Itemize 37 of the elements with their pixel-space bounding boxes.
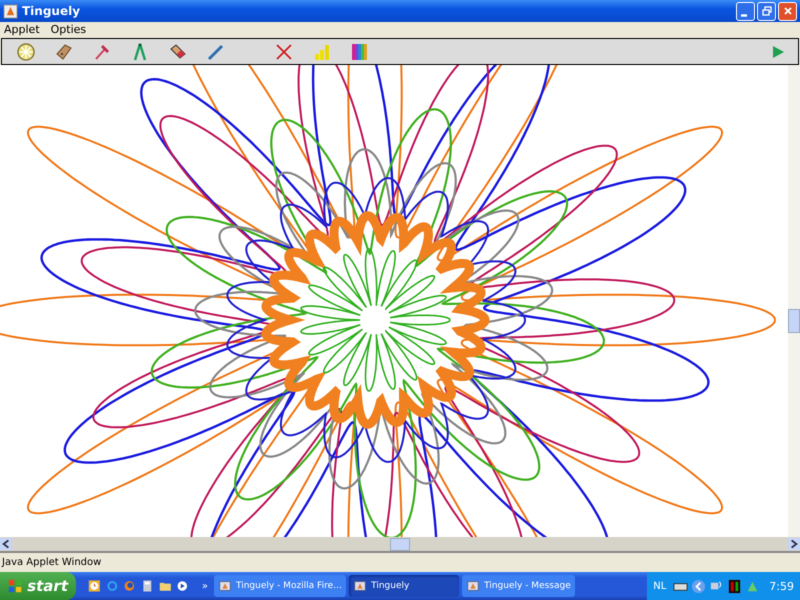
eraser-icon[interactable] [168, 42, 188, 62]
window-title: Tinguely [22, 4, 82, 18]
more-chevron[interactable]: » [202, 580, 208, 592]
minimize-icon [741, 14, 747, 16]
calculator-icon[interactable] [140, 578, 154, 594]
restore-icon [762, 6, 772, 16]
taskbar-button[interactable]: Tinguely [349, 575, 460, 597]
restore-button[interactable] [757, 2, 776, 20]
menu-item[interactable]: Opties [50, 23, 86, 36]
windows-logo-icon [8, 578, 22, 594]
taskbar-button[interactable]: Tinguely - Message [462, 575, 575, 597]
window-icon [353, 579, 368, 593]
browser-icon[interactable] [106, 578, 118, 594]
horizontal-scrollbar[interactable] [0, 537, 800, 551]
language-indicator[interactable]: NL [653, 580, 666, 592]
minimize-button[interactable] [736, 2, 755, 20]
close-button[interactable] [778, 2, 797, 20]
menu-item[interactable]: Applet [4, 23, 40, 36]
clock-icon[interactable] [88, 578, 101, 594]
scroll-left-icon[interactable] [0, 538, 12, 550]
clock: 7:59 [769, 580, 794, 592]
window-icon [218, 579, 232, 593]
cross-icon[interactable] [274, 42, 294, 62]
start-button[interactable]: start [0, 572, 76, 600]
meter-icon[interactable] [727, 578, 742, 594]
wheel-icon[interactable] [16, 42, 36, 62]
vertical-scrollbar[interactable] [788, 65, 800, 537]
color-palette-icon[interactable] [350, 42, 370, 62]
scroll-right-icon[interactable] [788, 538, 800, 550]
close-icon [782, 6, 792, 16]
app-icon [3, 4, 18, 18]
status-text: Java Applet Window [2, 557, 102, 568]
taskbar-button[interactable]: Tinguely - Mozilla Fire… [214, 575, 346, 597]
scrollbar-thumb[interactable] [390, 538, 410, 550]
tag-icon[interactable] [54, 42, 74, 62]
window-icon [466, 579, 480, 593]
scrollbar-thumb[interactable] [788, 309, 800, 333]
